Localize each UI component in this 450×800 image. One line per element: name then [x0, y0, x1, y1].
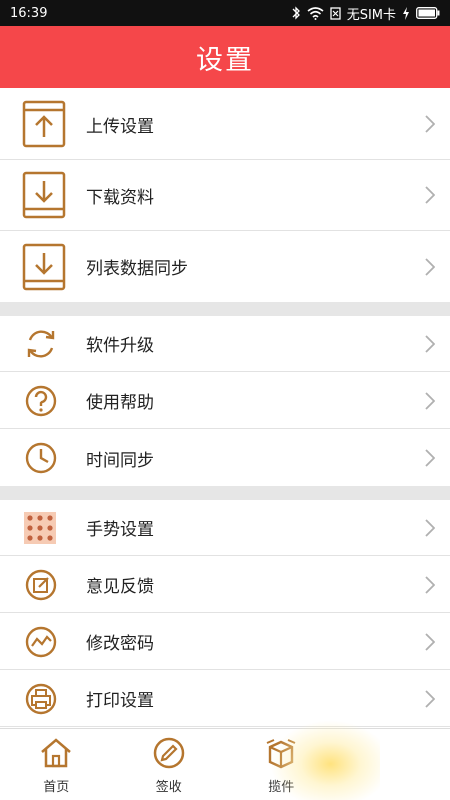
settings-item-change-password[interactable]: 修改密码: [0, 614, 450, 670]
sync-list-icon: [0, 243, 86, 291]
section-divider: [0, 486, 450, 500]
gesture-grid-icon: [0, 511, 86, 544]
tab-label: 揽件: [268, 780, 295, 795]
refresh-icon: [0, 327, 86, 361]
chevron-right-icon: [410, 518, 450, 537]
help-icon: [0, 384, 86, 418]
settings-item-upgrade[interactable]: 软件升级: [0, 316, 450, 372]
settings-item-time-sync[interactable]: 时间同步: [0, 430, 450, 486]
bottom-tab-bar: 首页 签收 揽件: [0, 728, 450, 800]
chevron-right-icon: [410, 115, 450, 133]
settings-item-label: 列表数据同步: [86, 259, 188, 279]
chevron-right-icon: [410, 334, 450, 353]
settings-item-upload[interactable]: 上传设置: [0, 89, 450, 160]
battery-icon: [416, 7, 440, 19]
chevron-right-icon: [410, 632, 450, 651]
settings-item-label: 打印设置: [86, 691, 154, 711]
settings-item-label: 使用帮助: [86, 393, 154, 413]
status-icons: 无SIM卡: [291, 4, 440, 23]
settings-item-label: 修改密码: [86, 634, 154, 654]
bluetooth-icon: [291, 6, 301, 20]
status-time: 16:39: [10, 5, 48, 21]
tab-label: 签收: [155, 780, 182, 795]
settings-item-label: 下载资料: [86, 187, 154, 208]
tab-home[interactable]: 首页: [0, 729, 113, 800]
page-title: 设置: [196, 44, 254, 76]
printer-icon: [0, 682, 86, 716]
settings-item-download[interactable]: 下载资料: [0, 160, 450, 231]
settings-item-help[interactable]: 使用帮助: [0, 373, 450, 429]
edit-feedback-icon: [0, 568, 86, 602]
wifi-icon: [307, 6, 324, 20]
chevron-right-icon: [410, 391, 450, 410]
chevron-right-icon: [410, 186, 450, 204]
download-icon: [0, 171, 86, 219]
section-divider: [0, 302, 450, 316]
tab-more[interactable]: [338, 729, 450, 800]
clock-icon: [0, 441, 86, 475]
page-header: 设置: [0, 26, 450, 88]
tab-sign[interactable]: 签收: [113, 729, 226, 800]
carrier-text: 无SIM卡: [346, 7, 396, 23]
chevron-right-icon: [410, 449, 450, 467]
tab-label: 首页: [43, 780, 70, 795]
settings-item-label: 上传设置: [86, 116, 154, 137]
settings-item-print[interactable]: 打印设置: [0, 671, 450, 727]
chevron-right-icon: [410, 575, 450, 594]
settings-item-list-sync[interactable]: 列表数据同步: [0, 231, 450, 302]
home-icon: [39, 737, 73, 773]
settings-item-gesture[interactable]: 手势设置: [0, 500, 450, 556]
charging-icon: [402, 6, 410, 20]
settings-item-label: 意见反馈: [86, 577, 154, 597]
upload-icon: [0, 100, 86, 148]
settings-item-label: 手势设置: [86, 520, 154, 540]
tab-pickup[interactable]: 揽件: [225, 729, 338, 800]
sign-icon: [152, 737, 186, 773]
password-icon: [0, 625, 86, 659]
settings-item-label: 时间同步: [86, 450, 154, 471]
chevron-right-icon: [410, 689, 450, 708]
status-bar: 16:39 无SIM卡: [0, 0, 450, 26]
chevron-right-icon: [410, 257, 450, 276]
package-icon: [264, 737, 298, 773]
settings-item-label: 软件升级: [86, 336, 154, 356]
no-sim-icon: [330, 6, 341, 20]
settings-item-feedback[interactable]: 意见反馈: [0, 557, 450, 613]
